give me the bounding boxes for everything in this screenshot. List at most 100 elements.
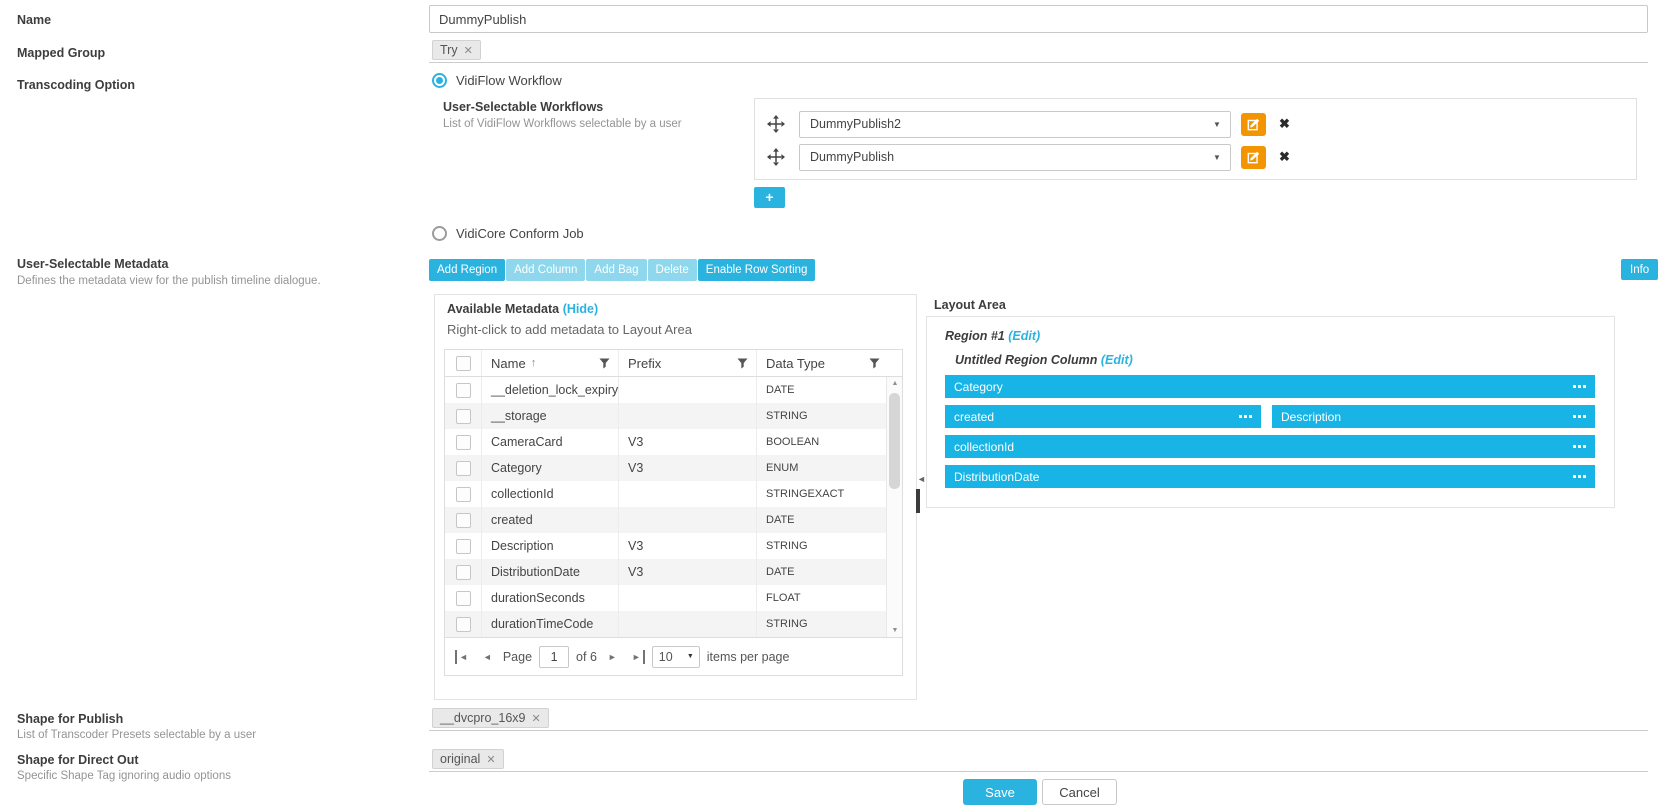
layout-item-bar[interactable]: created [945, 405, 1261, 428]
add-workflow-button[interactable]: + [754, 187, 785, 208]
row-checkbox[interactable] [456, 591, 471, 606]
pager-next-button[interactable]: ► [604, 650, 621, 664]
table-row[interactable]: durationTimeCode STRING [445, 611, 902, 637]
table-row[interactable]: durationSeconds FLOAT [445, 585, 902, 611]
layout-item-bar[interactable]: collectionId [945, 435, 1595, 458]
region-edit-link[interactable]: (Edit) [1008, 329, 1040, 343]
page-size-select[interactable]: 10 ▼ [652, 646, 700, 668]
remove-workflow-icon[interactable]: ✖ [1279, 149, 1290, 165]
drag-handle-icon[interactable] [1239, 415, 1252, 418]
items-per-page-label: items per page [707, 650, 790, 664]
column-header-datatype[interactable]: Data Type [756, 350, 888, 376]
row-checkbox[interactable] [456, 435, 471, 450]
cancel-button[interactable]: Cancel [1042, 779, 1117, 805]
radio-vidicore-conform-job[interactable]: VidiCore Conform Job [432, 226, 584, 241]
mapped-group-tag: Try ✕ [432, 40, 481, 60]
edit-pencil-icon [1247, 150, 1261, 164]
row-checkbox[interactable] [456, 487, 471, 502]
move-handle-icon[interactable] [767, 148, 785, 166]
add-region-button[interactable]: Add Region [429, 259, 505, 281]
select-all-checkbox[interactable] [456, 356, 471, 371]
shape-directout-label: Shape for Direct Out [17, 753, 139, 767]
pager: ◄ ◄ Page of 6 ► ► 10 ▼ items per page [445, 637, 902, 675]
pager-prev-button[interactable]: ◄ [479, 650, 496, 664]
filter-icon[interactable] [737, 358, 748, 369]
workflow-select[interactable]: DummyPublish2 ▼ [799, 111, 1231, 138]
add-column-button[interactable]: Add Column [506, 259, 585, 281]
info-button[interactable]: Info [1621, 259, 1658, 280]
shape-directout-field[interactable]: original ✕ [429, 747, 1648, 772]
move-handle-icon[interactable] [767, 115, 785, 133]
drag-handle-icon[interactable] [1573, 415, 1586, 418]
layout-items: Category created Description collectionI… [945, 375, 1595, 488]
pager-first-button[interactable]: ◄ [455, 650, 472, 664]
column-header-name[interactable]: Name ↑ [481, 350, 618, 376]
radio-unselected-icon[interactable] [432, 226, 447, 241]
table-row[interactable]: collectionId STRINGEXACT [445, 481, 902, 507]
grid-scrollbar[interactable]: ▲ ▼ [886, 377, 902, 637]
layout-item-bar[interactable]: Category [945, 375, 1595, 398]
metadata-description: Defines the metadata view for the publis… [17, 275, 321, 287]
save-button[interactable]: Save [963, 779, 1037, 805]
available-metadata-panel: Available Metadata (Hide) Right-click to… [434, 294, 917, 700]
layout-item-bar[interactable]: Description [1272, 405, 1595, 428]
remove-workflow-icon[interactable]: ✖ [1279, 116, 1290, 132]
table-row[interactable]: Description V3 STRING [445, 533, 902, 559]
scroll-down-icon[interactable]: ▼ [887, 627, 903, 634]
cell-name: Description [481, 533, 618, 559]
metadata-toolbar: Add Region Add Column Add Bag Delete Ena… [429, 259, 815, 281]
column-edit-link[interactable]: (Edit) [1101, 353, 1133, 367]
table-row[interactable]: __deletion_lock_expiry DATE [445, 377, 902, 403]
drag-handle-icon[interactable] [1573, 445, 1586, 448]
cell-name: created [481, 507, 618, 533]
table-row[interactable]: DistributionDate V3 DATE [445, 559, 902, 585]
name-input[interactable] [429, 5, 1648, 33]
edit-workflow-button[interactable] [1241, 146, 1266, 169]
add-bag-button[interactable]: Add Bag [586, 259, 646, 281]
tag-remove-icon[interactable]: ✕ [486, 753, 495, 766]
row-checkbox[interactable] [456, 513, 471, 528]
column-header-prefix[interactable]: Prefix [618, 350, 756, 376]
tag-remove-icon[interactable]: ✕ [464, 44, 473, 57]
enable-row-sorting-button[interactable]: Enable Row Sorting [698, 259, 816, 281]
drag-handle-icon[interactable] [1573, 475, 1586, 478]
filter-icon[interactable] [869, 358, 880, 369]
mapped-group-field[interactable]: Try ✕ [429, 38, 1648, 63]
table-row[interactable]: __storage STRING [445, 403, 902, 429]
row-checkbox[interactable] [456, 617, 471, 632]
row-checkbox[interactable] [456, 409, 471, 424]
tag-remove-icon[interactable]: ✕ [531, 712, 540, 725]
cell-name: __deletion_lock_expiry [481, 377, 618, 403]
delete-button[interactable]: Delete [648, 259, 697, 281]
layout-item-bar[interactable]: DistributionDate [945, 465, 1595, 488]
drag-handle-icon[interactable] [1573, 385, 1586, 388]
radio-selected-icon[interactable] [432, 73, 447, 88]
edit-workflow-button[interactable] [1241, 113, 1266, 136]
row-checkbox[interactable] [456, 383, 471, 398]
table-row[interactable]: created DATE [445, 507, 902, 533]
scroll-thumb[interactable] [889, 393, 900, 489]
row-checkbox[interactable] [456, 539, 471, 554]
row-checkbox[interactable] [456, 461, 471, 476]
table-row[interactable]: CameraCard V3 BOOLEAN [445, 429, 902, 455]
table-row[interactable]: Category V3 ENUM [445, 455, 902, 481]
hide-link[interactable]: (Hide) [563, 302, 598, 316]
splitter-handle[interactable] [916, 489, 920, 513]
filter-icon[interactable] [599, 358, 610, 369]
cell-prefix [618, 377, 756, 403]
workflows-title: User-Selectable Workflows [443, 100, 603, 114]
radio-vidiflow-workflow[interactable]: VidiFlow Workflow [432, 73, 562, 88]
cell-name: DistributionDate [481, 559, 618, 585]
row-checkbox[interactable] [456, 565, 471, 580]
layout-area-panel: Region #1 (Edit) Untitled Region Column … [926, 316, 1615, 508]
pager-last-button[interactable]: ► [628, 650, 645, 664]
collapse-arrow-icon[interactable]: ◄ [917, 474, 926, 484]
workflow-list-panel: DummyPublish2 ▼ ✖ DummyPublish ▼ [754, 98, 1637, 180]
metadata-hint: Right-click to add metadata to Layout Ar… [447, 322, 692, 337]
workflow-select[interactable]: DummyPublish ▼ [799, 144, 1231, 171]
region-column-label: Untitled Region Column (Edit) [955, 353, 1595, 367]
workflow-row: DummyPublish ▼ ✖ [755, 142, 1636, 172]
page-number-input[interactable] [539, 646, 569, 668]
shape-publish-field[interactable]: __dvcpro_16x9 ✕ [429, 706, 1648, 731]
scroll-up-icon[interactable]: ▲ [887, 380, 903, 387]
